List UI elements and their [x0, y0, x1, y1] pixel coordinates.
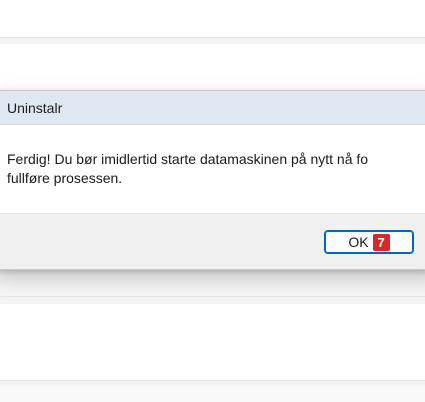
background-panel-top — [0, 0, 425, 37]
dialog-message: Ferdig! Du bør imidlertid starte datamas… — [7, 150, 425, 188]
background-divider — [0, 380, 425, 381]
dialog-message-line-2: fullføre prosessen. — [7, 170, 123, 186]
background-panel-middle — [0, 44, 425, 92]
background-panel-bottom — [0, 304, 425, 380]
ok-button-label: OK — [348, 234, 369, 250]
dialog-message-line-1: Ferdig! Du bør imidlertid starte datamas… — [7, 151, 369, 167]
dialog-footer: OK 7 — [0, 213, 425, 269]
ok-button[interactable]: OK 7 — [324, 230, 414, 254]
background-panel-lower — [0, 272, 425, 296]
dialog-titlebar[interactable]: Uninstalr — [0, 91, 425, 125]
message-dialog: Uninstalr Ferdig! Du bør imidlertid star… — [0, 90, 425, 270]
dialog-content: Ferdig! Du bør imidlertid starte datamas… — [0, 125, 425, 213]
background-panel-footer — [0, 386, 425, 402]
background-divider — [0, 37, 425, 38]
shortcut-badge: 7 — [372, 233, 390, 251]
dialog-title: Uninstalr — [7, 99, 63, 116]
background-divider — [0, 296, 425, 297]
